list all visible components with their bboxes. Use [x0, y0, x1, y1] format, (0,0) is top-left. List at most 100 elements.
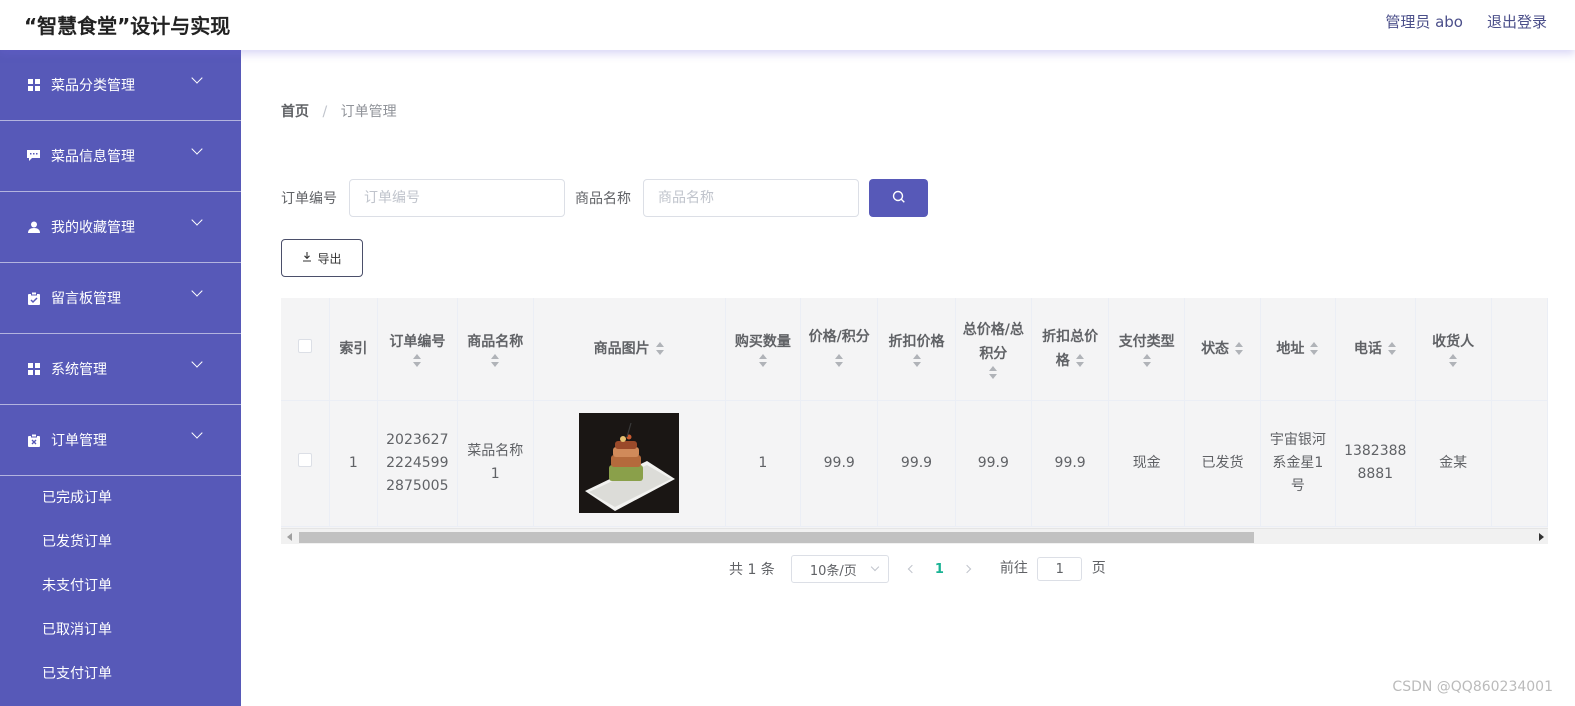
sidebar-item-favorites[interactable]: 我的收藏管理: [0, 192, 241, 263]
page-unit-label: 页: [1091, 560, 1106, 577]
sidebar-item-message-board[interactable]: 留言板管理: [0, 263, 241, 334]
cell-phone-line: 1382388: [1344, 443, 1407, 459]
sort-icon[interactable]: [1075, 353, 1085, 368]
col-address[interactable]: 地址: [1260, 298, 1336, 401]
row-checkbox[interactable]: [297, 452, 312, 467]
sort-icon[interactable]: [912, 353, 922, 368]
cell-overflow: [1491, 400, 1548, 527]
scrollbar-thumb[interactable]: [299, 532, 1254, 543]
sort-icon[interactable]: [1234, 341, 1244, 356]
export-button[interactable]: 导出: [281, 239, 363, 277]
chevron-down-icon: [191, 214, 203, 226]
cell-address-line: 系金星1: [1272, 454, 1324, 471]
cell-order-no-line: 2023627: [386, 431, 449, 448]
col-phone[interactable]: 电话: [1335, 298, 1416, 401]
sort-icon[interactable]: [758, 353, 768, 368]
col-goods-image[interactable]: 商品图片: [533, 298, 726, 401]
pagination-total: 共 1 条: [729, 562, 775, 578]
cell-goods-name-line: 菜品名称: [467, 443, 524, 459]
table-row[interactable]: 1 2023627 2224599 2875005 菜品名称 1 1 99.9 …: [281, 400, 1548, 527]
sort-icon[interactable]: [412, 353, 422, 368]
export-label: 导出: [317, 251, 342, 266]
col-goods-name-label: 商品名称: [467, 333, 524, 350]
col-discount-price[interactable]: 折扣价格: [877, 298, 956, 401]
sort-icon[interactable]: [1387, 341, 1397, 356]
breadcrumb-separator: /: [322, 104, 328, 120]
sort-icon[interactable]: [490, 353, 500, 368]
cell-price-points: 99.9: [800, 400, 879, 527]
submenu-cancelled-orders[interactable]: 已取消订单: [0, 608, 241, 652]
sidebar-item-system[interactable]: 系统管理: [0, 334, 241, 405]
submenu-unpaid-orders[interactable]: 未支付订单: [0, 564, 241, 608]
chevron-down-icon: [191, 285, 203, 297]
col-discount-total-label: 折扣总价格: [1042, 328, 1099, 369]
chevron-down-icon: [191, 143, 203, 155]
search-button[interactable]: [869, 179, 928, 217]
col-pay-type-label: 支付类型: [1118, 333, 1175, 350]
scroll-left-icon[interactable]: [287, 533, 292, 541]
comment-icon: [27, 150, 40, 163]
sidebar-item-dish-category[interactable]: 菜品分类管理: [0, 50, 241, 121]
cell-goods-image: [533, 400, 726, 527]
order-no-input[interactable]: [349, 179, 565, 217]
cell-goods-name-line: 1: [490, 466, 500, 482]
sidebar: 菜品分类管理 菜品信息管理 我的收藏管理 留言板管理 系统管理 订单管理 已完成…: [0, 50, 241, 706]
table-header-row: 索引 订单编号 商品名称 商品图片 购买数量 价格/积分 折扣价格 总价格/总积…: [281, 298, 1548, 401]
col-total-price-points[interactable]: 总价格/总积分: [955, 298, 1033, 401]
cell-address-line: 号: [1290, 477, 1305, 494]
sidebar-item-label: 菜品分类管理: [51, 78, 135, 94]
cell-goods-name: 菜品名称 1: [457, 400, 534, 527]
sidebar-item-orders[interactable]: 订单管理: [0, 405, 241, 476]
col-index: 索引: [329, 298, 378, 401]
col-receiver-label: 收货人: [1432, 333, 1475, 350]
col-phone-label: 电话: [1353, 340, 1382, 357]
submenu-shipped-orders[interactable]: 已发货订单: [0, 520, 241, 564]
select-all-checkbox[interactable]: [297, 338, 312, 353]
cell-order-no: 2023627 2224599 2875005: [377, 400, 458, 527]
page-number[interactable]: 1: [935, 562, 944, 577]
sort-icon[interactable]: [988, 365, 998, 380]
chevron-down-icon: [191, 356, 203, 368]
watermark: CSDN @QQ860234001: [1392, 679, 1553, 695]
dish-image[interactable]: [579, 413, 680, 513]
col-order-no[interactable]: 订单编号: [377, 298, 458, 401]
col-goods-name[interactable]: 商品名称: [457, 298, 534, 401]
breadcrumb: 首页 / 订单管理: [281, 101, 397, 121]
select-all-cell: [281, 298, 330, 401]
col-price-points[interactable]: 价格/积分: [800, 298, 879, 401]
sort-icon[interactable]: [1142, 353, 1152, 368]
col-address-label: 地址: [1276, 340, 1305, 357]
col-status[interactable]: 状态: [1184, 298, 1261, 401]
col-goods-image-label: 商品图片: [593, 340, 650, 357]
goto-label: 前往: [999, 560, 1028, 577]
current-user[interactable]: 管理员 abo: [1385, 11, 1463, 32]
chevron-down-icon: [191, 427, 203, 439]
next-page-button[interactable]: [962, 564, 972, 574]
goods-name-input[interactable]: [643, 179, 859, 217]
logout-link[interactable]: 退出登录: [1487, 11, 1547, 32]
page-size-select[interactable]: 10条/页: [790, 555, 889, 583]
submenu-completed-orders[interactable]: 已完成订单: [0, 476, 241, 520]
goto-page-input[interactable]: [1037, 557, 1083, 581]
page-size-value: 10条/页: [809, 563, 857, 579]
sidebar-item-dish-info[interactable]: 菜品信息管理: [0, 121, 241, 192]
col-discount-price-label: 折扣价格: [888, 333, 945, 350]
breadcrumb-home[interactable]: 首页: [281, 104, 309, 120]
col-discount-total[interactable]: 折扣总价格: [1031, 298, 1110, 401]
prev-page-button[interactable]: [907, 564, 917, 574]
clipboard-check-icon: [27, 291, 40, 305]
col-quantity[interactable]: 购买数量: [725, 298, 802, 401]
cell-phone: 1382388 8881: [1335, 400, 1416, 527]
app-title: “智慧食堂”设计与实现: [24, 14, 231, 38]
sort-icon[interactable]: [834, 353, 844, 368]
sort-icon[interactable]: [655, 341, 665, 356]
col-pay-type[interactable]: 支付类型: [1108, 298, 1186, 401]
scroll-right-icon[interactable]: [1539, 533, 1544, 541]
sort-icon[interactable]: [1309, 341, 1319, 356]
col-receiver[interactable]: 收货人: [1415, 298, 1492, 401]
sort-icon[interactable]: [1448, 353, 1458, 368]
submenu-paid-orders[interactable]: 已支付订单: [0, 652, 241, 696]
horizontal-scrollbar[interactable]: [281, 528, 1548, 544]
goods-name-label: 商品名称: [575, 191, 631, 207]
sidebar-item-label: 订单管理: [51, 433, 107, 449]
